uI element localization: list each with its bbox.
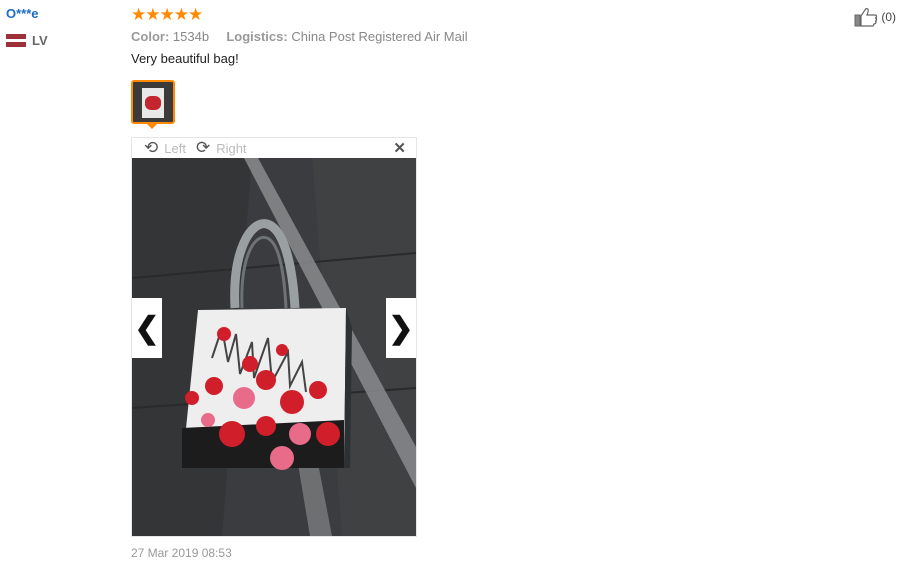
photo-viewer: ⟲ Left ⟳ Right ✕ ❮ ❯ [131,137,417,537]
helpful-button[interactable]: (0) [854,7,896,27]
previous-photo-button[interactable]: ❮ [132,298,162,358]
country-code: LV [32,33,48,48]
color-value: 1534b [172,29,210,44]
reviewer-info: O***e LV [6,6,48,48]
review-photo: ❮ ❯ [132,158,416,536]
logistics-value: China Post Registered Air Mail [291,29,468,44]
rotate-left-icon: ⟲ [144,138,159,157]
reviewer-name[interactable]: O***e [6,6,48,21]
review-date: 27 Mar 2019 08:53 [131,546,232,560]
photo-thumbnail[interactable] [131,80,175,124]
helpful-count: (0) [881,10,896,24]
rotate-right-label: Right [216,140,247,156]
review-body: ★★★★★ Color: 1534b Logistics: China Post… [131,5,751,67]
rotate-left-button[interactable]: ⟲ Left [144,138,186,157]
review-text: Very beautiful bag! [131,51,239,66]
star-rating: ★★★★★ [131,5,203,24]
thumbnail-bag-image [142,88,164,118]
rotate-right-icon: ⟳ [195,138,211,157]
next-photo-button[interactable]: ❯ [386,298,416,358]
reviewer-country: LV [6,33,48,48]
viewer-toolbar: ⟲ Left ⟳ Right ✕ [132,138,416,158]
thumbs-up-icon [854,8,878,27]
color-label: Color: [131,29,170,44]
close-icon[interactable]: ✕ [393,139,406,157]
bag-photo-illustration [132,158,416,536]
thumbnail-active-pointer [145,122,159,129]
rotate-right-button[interactable]: ⟳ Right [195,138,247,157]
latvia-flag-icon [6,34,26,47]
review-meta: Color: 1534b Logistics: China Post Regis… [131,29,751,44]
rotate-left-label: Left [164,140,186,156]
logistics-label: Logistics: [226,29,288,44]
